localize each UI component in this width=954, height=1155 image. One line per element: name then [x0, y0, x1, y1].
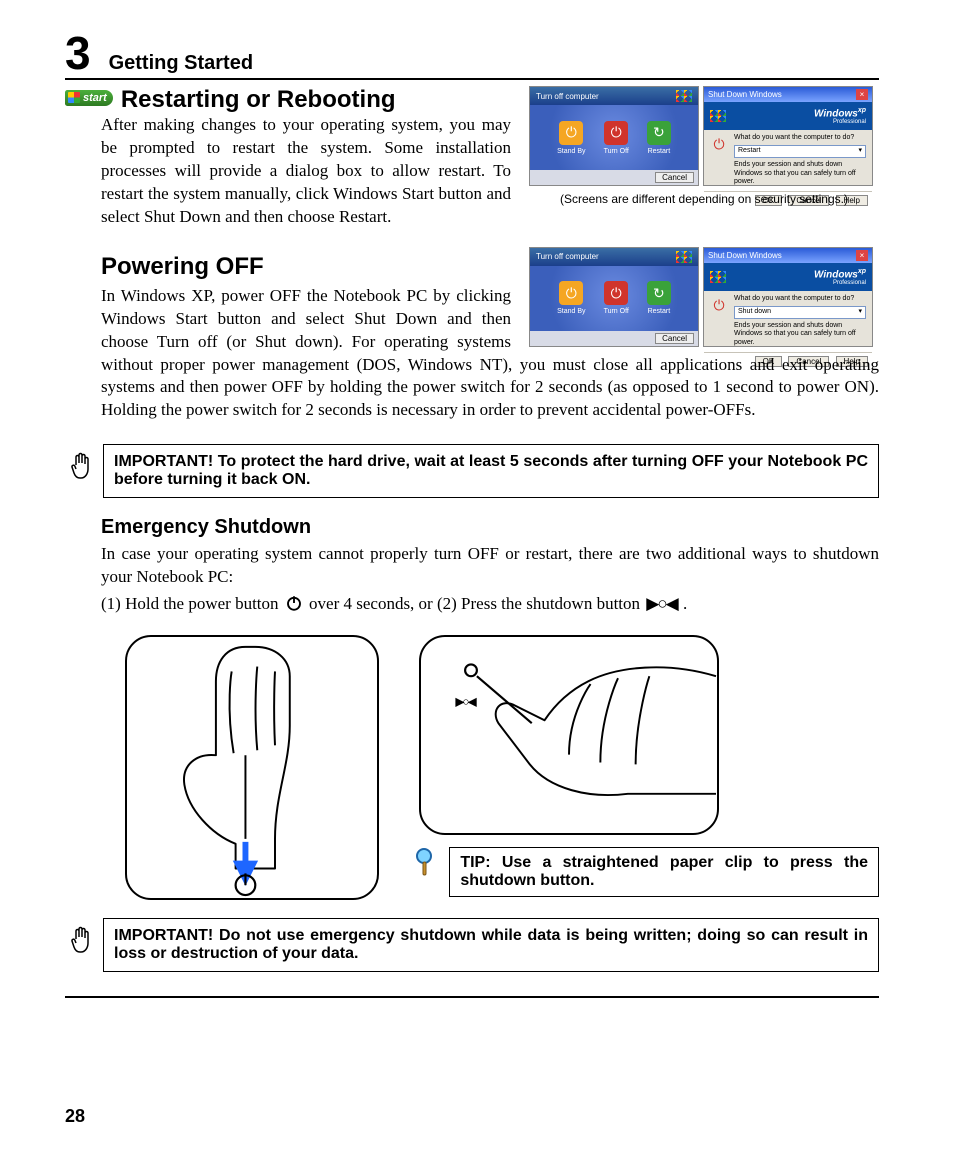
screenshot-turn-off-computer: Turn off computer ⏻ Stand By ⏻ Turn Off: [529, 86, 699, 186]
page-number: 28: [65, 1106, 85, 1127]
power-icon: [285, 594, 303, 619]
standby-button: ⏻ Stand By: [557, 121, 585, 155]
classic-prompt: What do you want the computer to do?: [734, 134, 866, 143]
section-restarting: Turn off computer ⏻ Stand By ⏻ Turn Off: [65, 86, 879, 233]
windows-flag-icon: [68, 92, 80, 103]
footer-rule: [65, 996, 879, 998]
screenshot-turn-off-computer-2: Turn off computer ⏻Stand By ⏻Turn Off ↻R…: [529, 247, 699, 347]
tip-note: TIP: Use a straightened paper clip to pr…: [449, 847, 879, 897]
emergency-steps: (1) Hold the power button over 4 seconds…: [101, 593, 879, 619]
classic-dialog-title: Shut Down Windows: [708, 90, 782, 99]
classic-dropdown: Restart▾: [734, 145, 866, 158]
heading-emergency-shutdown: Emergency Shutdown: [101, 516, 879, 539]
restart-button: ↻ Restart: [647, 121, 671, 155]
section-powering-off: Turn off computer ⏻Stand By ⏻Turn Off ↻R…: [65, 247, 879, 427]
illustration-hold-power-button: [125, 635, 379, 900]
power-icon: ⏻: [713, 136, 724, 154]
emergency-intro: In case your operating system cannot pro…: [101, 543, 879, 589]
close-icon: ×: [856, 250, 868, 261]
windows-flag-icon: [676, 90, 692, 102]
dialog-title: Turn off computer: [536, 92, 599, 101]
illustration-row: ▶○◀ TIP: Use a straightened paper clip t…: [125, 635, 879, 900]
chapter-header: 3 Getting Started: [65, 30, 879, 80]
windows-flag-icon: [710, 271, 726, 283]
shutdown-pinhole-icon: ▶○◀: [646, 593, 676, 616]
tip-row: TIP: Use a straightened paper clip to pr…: [415, 847, 879, 897]
cancel-button: Cancel: [655, 172, 694, 183]
start-button-icon: start: [65, 90, 113, 106]
chapter-number: 3: [65, 30, 91, 76]
important-note-1: IMPORTANT! To protect the hard drive, wa…: [103, 444, 879, 498]
heading-restarting: Restarting or Rebooting: [121, 86, 396, 113]
section-emergency-shutdown: Emergency Shutdown In case your operatin…: [101, 516, 879, 619]
hand-stop-icon: [68, 925, 94, 955]
windows-flag-icon: [710, 110, 726, 122]
close-icon: ×: [856, 89, 868, 100]
screenshot-shutdown-classic: Shut Down Windows × WindowsxpProfessiona…: [703, 86, 873, 186]
screenshot-shutdown-classic-2: Shut Down Windows × WindowsxpProfessiona…: [703, 247, 873, 347]
windows-flag-icon: [676, 251, 692, 263]
chapter-title: Getting Started: [109, 52, 253, 75]
screenshot-caption: (Screens are different depending on secu…: [529, 192, 879, 206]
hand-stop-icon: [68, 451, 94, 481]
illustration-paperclip-shutdown: ▶○◀: [419, 635, 719, 835]
power-icon: ⏻: [713, 297, 724, 315]
classic-desc: Ends your session and shuts down Windows…: [734, 161, 866, 187]
turnoff-button: ⏻ Turn Off: [604, 121, 629, 155]
important-note-2: IMPORTANT! Do not use emergency shutdown…: [103, 918, 879, 972]
svg-text:▶○◀: ▶○◀: [456, 696, 478, 709]
